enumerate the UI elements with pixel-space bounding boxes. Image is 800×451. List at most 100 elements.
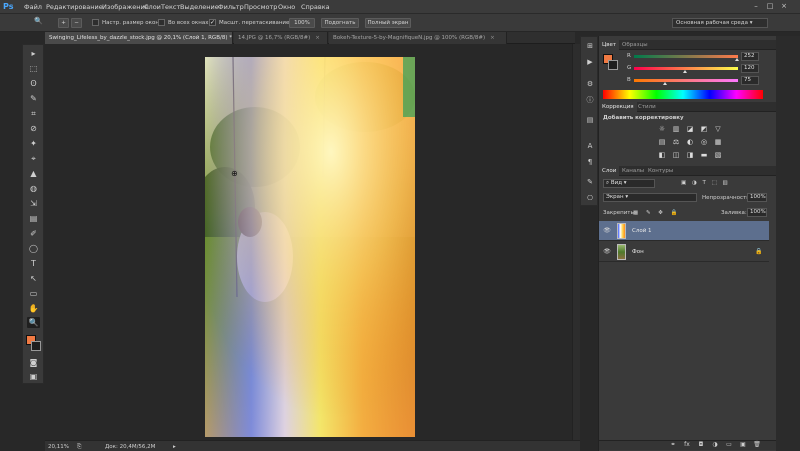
black-white-icon[interactable]: ◐: [685, 138, 695, 146]
actions-panel-icon[interactable]: ▶: [585, 57, 595, 67]
selective-color-icon[interactable]: ▧: [713, 151, 723, 159]
healing-tool-icon[interactable]: ✦: [27, 138, 40, 149]
doc-tab-swinging[interactable]: Swinging_Lifeless_by_dazzle_stock.jpg @ …: [45, 32, 242, 44]
quick-mask-icon[interactable]: ◙: [27, 357, 40, 368]
layer-kind-filter[interactable]: ⌕ Вид ▾: [603, 179, 655, 188]
menu-edit[interactable]: Редактирование: [46, 2, 103, 12]
canvas-area[interactable]: ⊕: [45, 44, 572, 440]
b-value[interactable]: 75: [741, 76, 759, 85]
eraser-tool-icon[interactable]: ⇲: [27, 198, 40, 209]
all-windows-checkbox[interactable]: [158, 19, 165, 26]
type-tool-icon[interactable]: T: [27, 258, 40, 269]
quick-select-tool-icon[interactable]: ✎: [27, 93, 40, 104]
tab-adjustments[interactable]: Коррекция: [599, 102, 637, 112]
delete-layer-icon[interactable]: 🗑: [753, 441, 761, 449]
channel-mixer-icon[interactable]: ▦: [713, 138, 723, 146]
zoom-100-button[interactable]: 100%: [289, 18, 315, 28]
brightness-icon[interactable]: ☼: [657, 125, 667, 133]
background-color-swatch[interactable]: [31, 341, 41, 351]
shape-tool-icon[interactable]: ▭: [27, 288, 40, 299]
menu-window[interactable]: Окно: [278, 2, 295, 12]
maximize-icon[interactable]: □: [766, 2, 774, 10]
export-icon[interactable]: ⎘: [77, 443, 81, 451]
navigator-panel-icon[interactable]: ▤: [585, 115, 595, 125]
layer-filter-icons[interactable]: ▣ ◑ T ⬚ ▥: [681, 179, 730, 187]
zoom-level[interactable]: 20,11%: [48, 443, 69, 451]
posterize-icon[interactable]: ◫: [671, 151, 681, 159]
path-select-tool-icon[interactable]: ↖: [27, 273, 40, 284]
gradient-tool-icon[interactable]: ▤: [27, 213, 40, 224]
close-icon[interactable]: ×: [490, 35, 495, 41]
tab-color[interactable]: Цвет: [599, 40, 620, 50]
opacity-input[interactable]: 100%: [747, 193, 767, 202]
crop-tool-icon[interactable]: ⌗: [27, 108, 40, 119]
layer-row-background[interactable]: 👁 Фон 🔒: [599, 242, 769, 262]
menu-layers[interactable]: Слои: [144, 2, 161, 12]
visibility-eye-icon[interactable]: 👁: [603, 248, 611, 256]
menu-file[interactable]: Файл: [24, 2, 42, 12]
workspace-select[interactable]: Основная рабочая среда ▾: [672, 18, 768, 28]
exposure-icon[interactable]: ◩: [699, 125, 709, 133]
scrubby-zoom-checkbox[interactable]: ✓: [209, 19, 216, 26]
gradient-map-icon[interactable]: ▬: [699, 151, 709, 159]
visibility-eye-icon[interactable]: 👁: [603, 227, 611, 235]
tab-layers[interactable]: Слои: [599, 166, 620, 176]
resize-windows-checkbox[interactable]: [92, 19, 99, 26]
r-slider[interactable]: R 252: [599, 52, 777, 62]
screen-mode-icon[interactable]: ▣: [27, 371, 40, 382]
adjustment-layer-icon[interactable]: ◑: [711, 441, 719, 449]
invert-icon[interactable]: ◧: [657, 151, 667, 159]
zoom-out-icon[interactable]: −: [71, 18, 82, 28]
b-slider[interactable]: B 75: [599, 76, 777, 86]
zoom-tool-icon[interactable]: 🔍: [34, 17, 43, 25]
brush-tool-icon[interactable]: ⌖: [27, 153, 40, 164]
close-icon[interactable]: ×: [780, 2, 788, 10]
photo-filter-icon[interactable]: ◎: [699, 138, 709, 146]
character-panel-icon[interactable]: A: [585, 141, 595, 151]
tab-swatches[interactable]: Образцы: [619, 40, 651, 50]
menu-filter[interactable]: Фильтр: [218, 2, 244, 12]
layer-name[interactable]: Слой 1: [632, 227, 652, 235]
new-group-icon[interactable]: ▭: [725, 441, 733, 449]
menu-view[interactable]: Просмотр: [244, 2, 277, 12]
layer-row-layer1[interactable]: 👁 Слой 1: [599, 221, 769, 241]
g-slider[interactable]: G 120: [599, 64, 777, 74]
clone-source-panel-icon[interactable]: ⎔: [585, 193, 595, 203]
vibrance-icon[interactable]: ▽: [713, 125, 723, 133]
fx-icon[interactable]: fx: [683, 441, 691, 449]
lasso-tool-icon[interactable]: ʘ: [27, 78, 40, 89]
zoom-tool-icon[interactable]: 🔍: [27, 317, 40, 328]
menu-type[interactable]: Текст: [161, 2, 180, 12]
history-panel-icon[interactable]: ⊞: [585, 41, 595, 51]
menu-select[interactable]: Выделение: [180, 2, 219, 12]
lock-options-icons[interactable]: ▦ ✎ ✥ 🔒: [633, 209, 681, 217]
zoom-in-icon[interactable]: +: [58, 18, 69, 28]
move-tool-icon[interactable]: ▸: [27, 48, 40, 59]
status-menu-arrow-icon[interactable]: ▸: [173, 443, 176, 451]
tab-channels[interactable]: Каналы: [619, 166, 647, 176]
dodge-tool-icon[interactable]: ◯: [27, 243, 40, 254]
fill-input[interactable]: 100%: [747, 208, 767, 217]
eyedropper-tool-icon[interactable]: ⊘: [27, 123, 40, 134]
link-layers-icon[interactable]: ⚭: [669, 441, 677, 449]
stamp-tool-icon[interactable]: ▲: [27, 168, 40, 179]
properties-panel-icon[interactable]: ⚙: [585, 79, 595, 89]
tab-styles[interactable]: Стили: [635, 102, 659, 112]
add-mask-icon[interactable]: ◘: [697, 441, 705, 449]
hand-tool-icon[interactable]: ✋: [27, 303, 40, 314]
doc-tab-bokeh[interactable]: Bokeh-Texture-5-by-MagnifiqueN.jpg @ 100…: [329, 32, 507, 44]
new-layer-icon[interactable]: ▣: [739, 441, 747, 449]
color-spectrum[interactable]: [603, 90, 763, 99]
curves-icon[interactable]: ◪: [685, 125, 695, 133]
minimize-icon[interactable]: –: [752, 2, 760, 10]
doc-tab-14jpg[interactable]: 14.JPG @ 16,7% (RGB/8#) ×: [234, 32, 328, 44]
close-icon[interactable]: ×: [315, 35, 320, 41]
menu-help[interactable]: Справка: [301, 2, 330, 12]
color-balance-icon[interactable]: ⚖: [671, 138, 681, 146]
threshold-icon[interactable]: ◨: [685, 151, 695, 159]
tab-paths[interactable]: Контуры: [645, 166, 676, 176]
marquee-tool-icon[interactable]: ⬚: [27, 63, 40, 74]
hue-sat-icon[interactable]: ▤: [657, 138, 667, 146]
vertical-scrollbar[interactable]: [572, 44, 580, 440]
paragraph-panel-icon[interactable]: ¶: [585, 157, 595, 167]
